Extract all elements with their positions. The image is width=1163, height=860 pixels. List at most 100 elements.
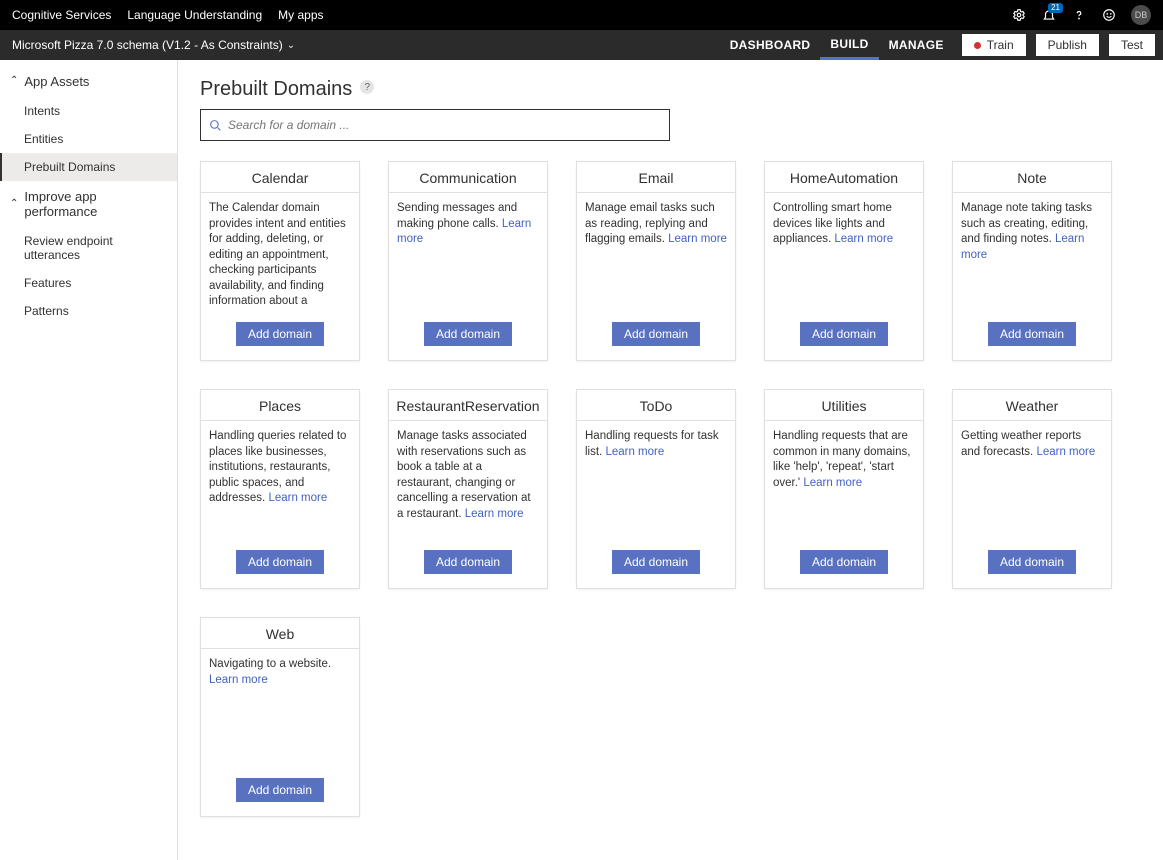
domain-card-title: RestaurantReservation: [389, 390, 547, 420]
domain-card: CalendarThe Calendar domain provides int…: [200, 161, 360, 361]
caret-up-icon: ⌃: [10, 198, 18, 209]
caret-up-icon: ⌃: [10, 75, 18, 86]
app-switcher[interactable]: Microsoft Pizza 7.0 schema (V1.2 - As Co…: [8, 38, 295, 52]
domain-card-title: Calendar: [201, 162, 359, 192]
domain-card: WeatherGetting weather reports and forec…: [952, 389, 1112, 589]
sidebar-item-review-utterances[interactable]: Review endpoint utterances: [0, 227, 177, 269]
breadcrumb-my-apps[interactable]: My apps: [278, 8, 323, 22]
train-status-dot-icon: [974, 42, 981, 49]
publish-button[interactable]: Publish: [1036, 34, 1099, 56]
learn-more-link[interactable]: Learn more: [961, 233, 1084, 261]
domain-card: WebNavigating to a website. Learn more Ad…: [200, 617, 360, 817]
domain-card-description: Sending messages and making phone calls.…: [389, 193, 547, 310]
train-button[interactable]: Train: [962, 34, 1026, 56]
app-header: Microsoft Pizza 7.0 schema (V1.2 - As Co…: [0, 30, 1163, 60]
gear-icon[interactable]: [1011, 7, 1027, 23]
test-button[interactable]: Test: [1109, 34, 1155, 56]
add-domain-button[interactable]: Add domain: [988, 322, 1076, 346]
chevron-down-icon: ⌄: [287, 40, 295, 51]
app-name-label: Microsoft Pizza 7.0 schema (V1.2 - As Co…: [12, 38, 283, 52]
add-domain-button[interactable]: Add domain: [424, 322, 512, 346]
domain-card: NoteManage note taking tasks such as cre…: [952, 161, 1112, 361]
train-label: Train: [987, 38, 1014, 52]
add-domain-button[interactable]: Add domain: [988, 550, 1076, 574]
header-actions: 21 DB: [1011, 5, 1151, 25]
page-title: Prebuilt Domains: [200, 78, 352, 101]
add-domain-button[interactable]: Add domain: [800, 550, 888, 574]
learn-more-link[interactable]: Learn more: [834, 233, 893, 245]
sidebar-group-improve[interactable]: ⌃ Improve app performance: [0, 181, 177, 227]
nav-tabs: DASHBOARD BUILD MANAGE: [720, 30, 954, 60]
learn-more-link[interactable]: Learn more: [397, 218, 531, 246]
domain-card: RestaurantReservationManage tasks associ…: [388, 389, 548, 589]
sidebar-item-patterns[interactable]: Patterns: [0, 297, 177, 325]
breadcrumb-language-understanding[interactable]: Language Understanding: [127, 8, 262, 22]
tab-build[interactable]: BUILD: [820, 30, 878, 60]
action-buttons: Train Publish Test: [962, 34, 1155, 56]
domain-card-description: Navigating to a website. Learn more: [201, 649, 359, 766]
domain-card-description: Manage note taking tasks such as creatin…: [953, 193, 1111, 310]
sidebar-item-features[interactable]: Features: [0, 269, 177, 297]
add-domain-button[interactable]: Add domain: [236, 778, 324, 802]
breadcrumb: Cognitive Services Language Understandin…: [12, 8, 324, 22]
sidebar-group-label: App Assets: [24, 74, 89, 89]
domain-card-title: Web: [201, 618, 359, 648]
feedback-icon[interactable]: [1101, 7, 1117, 23]
learn-more-link[interactable]: Learn more: [268, 492, 327, 504]
domain-card: ToDoHandling requests for task list. Lea…: [576, 389, 736, 589]
domain-cards-grid: CalendarThe Calendar domain provides int…: [200, 161, 1141, 817]
search-container: [200, 109, 670, 141]
bell-icon[interactable]: 21: [1041, 7, 1057, 23]
main-content: Prebuilt Domains ? CalendarThe Calendar …: [178, 60, 1163, 860]
domain-card: PlacesHandling queries related to places…: [200, 389, 360, 589]
help-icon[interactable]: ?: [360, 80, 374, 94]
learn-more-link[interactable]: Learn more: [465, 508, 524, 520]
sidebar-item-intents[interactable]: Intents: [0, 97, 177, 125]
sidebar-item-prebuilt-domains[interactable]: Prebuilt Domains: [0, 153, 177, 181]
domain-card-description: Handling requests for task list. Learn m…: [577, 421, 735, 538]
domain-card-title: ToDo: [577, 390, 735, 420]
breadcrumb-cognitive-services[interactable]: Cognitive Services: [12, 8, 111, 22]
avatar[interactable]: DB: [1131, 5, 1151, 25]
add-domain-button[interactable]: Add domain: [612, 322, 700, 346]
domain-card-description: Handling queries related to places like …: [201, 421, 359, 538]
learn-more-link[interactable]: Learn more: [209, 674, 268, 686]
domain-card-description: Manage tasks associated with reservation…: [389, 421, 547, 538]
sidebar-group-app-assets[interactable]: ⌃ App Assets: [0, 66, 177, 97]
domain-card-description: Controlling smart home devices like ligh…: [765, 193, 923, 310]
tab-dashboard[interactable]: DASHBOARD: [720, 30, 821, 60]
learn-more-link[interactable]: Learn more: [605, 446, 664, 458]
learn-more-link[interactable]: Learn more: [668, 233, 727, 245]
help-icon[interactable]: [1071, 7, 1087, 23]
search-input[interactable]: [228, 118, 661, 132]
domain-card-description: The Calendar domain provides intent and …: [201, 193, 359, 310]
domain-card: HomeAutomationControlling smart home dev…: [764, 161, 924, 361]
tab-manage[interactable]: MANAGE: [879, 30, 954, 60]
learn-more-link[interactable]: Learn more: [803, 477, 862, 489]
domain-card-title: Places: [201, 390, 359, 420]
add-domain-button[interactable]: Add domain: [612, 550, 700, 574]
domain-card-title: Note: [953, 162, 1111, 192]
domain-card-description: Manage email tasks such as reading, repl…: [577, 193, 735, 310]
domain-card: CommunicationSending messages and making…: [388, 161, 548, 361]
domain-card: EmailManage email tasks such as reading,…: [576, 161, 736, 361]
domain-card-title: HomeAutomation: [765, 162, 923, 192]
sidebar: ⌃ App Assets Intents Entities Prebuilt D…: [0, 60, 178, 860]
add-domain-button[interactable]: Add domain: [800, 322, 888, 346]
domain-card-title: Communication: [389, 162, 547, 192]
domain-card-description: Handling requests that are common in man…: [765, 421, 923, 538]
add-domain-button[interactable]: Add domain: [236, 322, 324, 346]
learn-more-link[interactable]: Learn more: [1036, 446, 1095, 458]
add-domain-button[interactable]: Add domain: [236, 550, 324, 574]
domain-card-title: Weather: [953, 390, 1111, 420]
domain-card: UtilitiesHandling requests that are comm…: [764, 389, 924, 589]
notification-badge: 21: [1048, 3, 1063, 13]
domain-card-description: Getting weather reports and forecasts. L…: [953, 421, 1111, 538]
search-icon: [209, 119, 222, 132]
global-header: Cognitive Services Language Understandin…: [0, 0, 1163, 30]
add-domain-button[interactable]: Add domain: [424, 550, 512, 574]
sidebar-item-entities[interactable]: Entities: [0, 125, 177, 153]
domain-card-title: Email: [577, 162, 735, 192]
domain-card-title: Utilities: [765, 390, 923, 420]
sidebar-group-label: Improve app performance: [24, 189, 167, 219]
